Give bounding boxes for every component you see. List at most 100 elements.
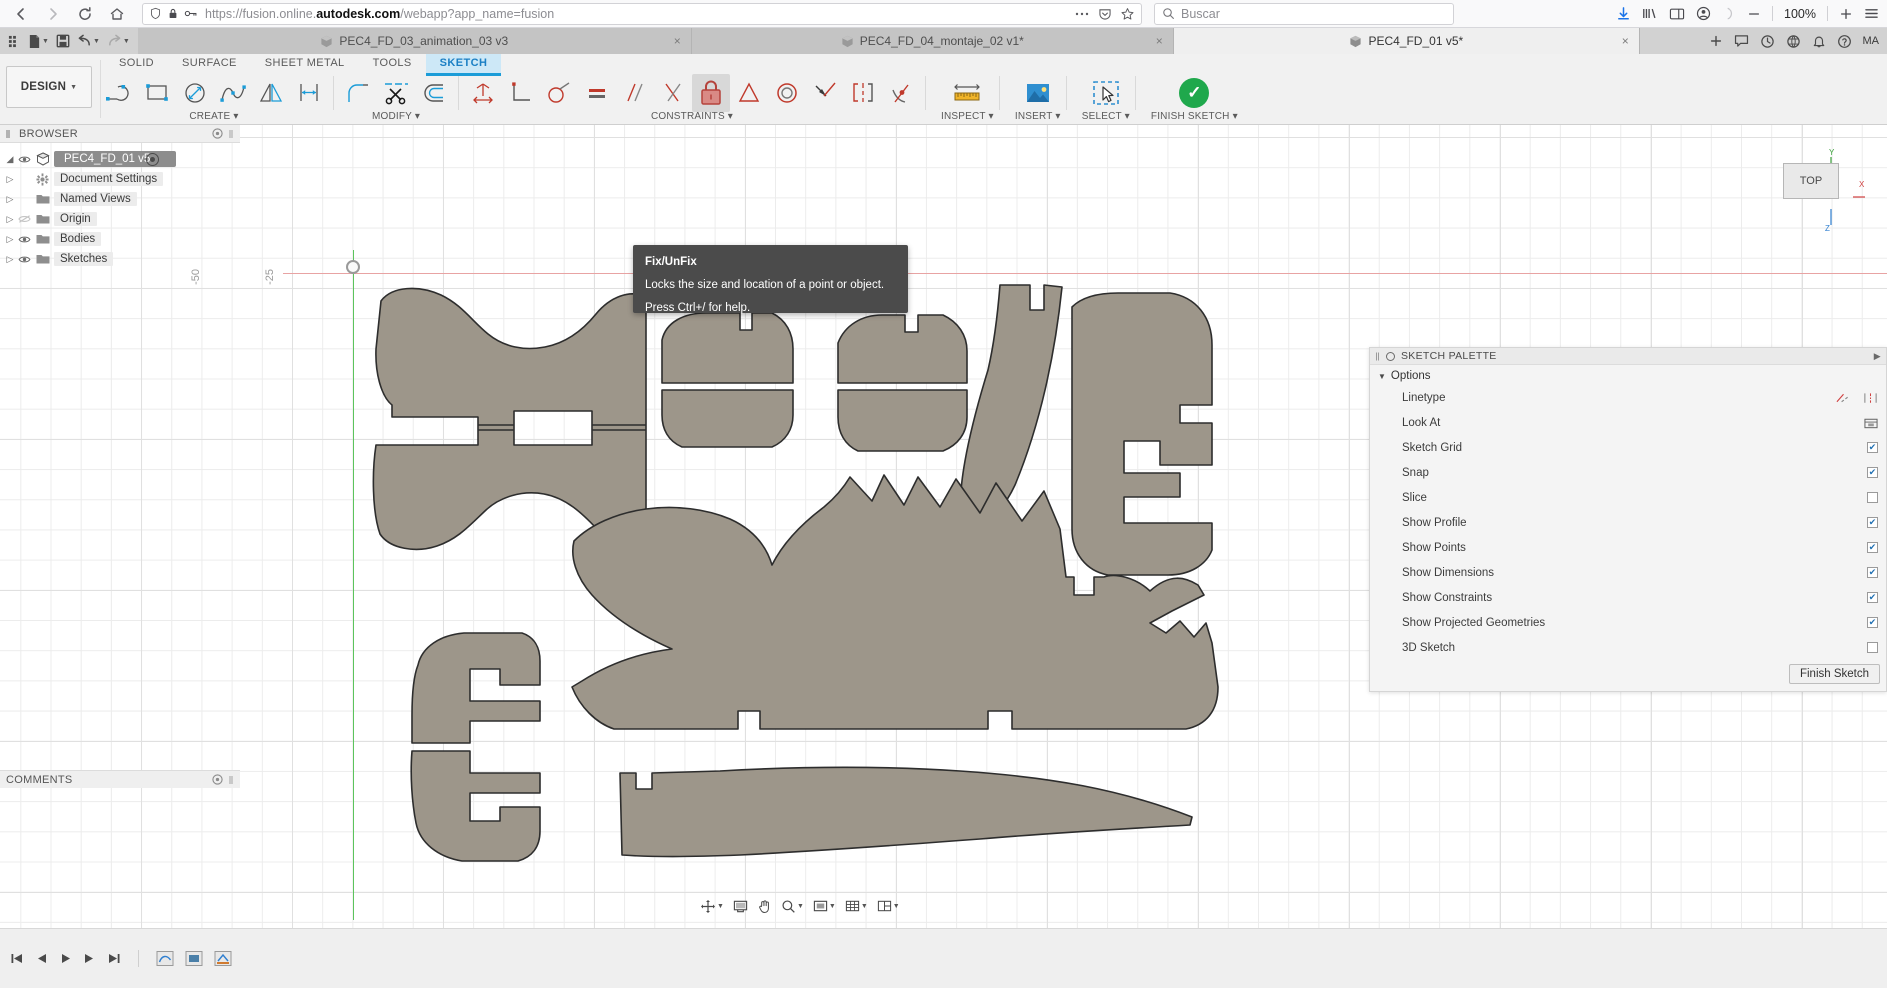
- document-tab-1[interactable]: PEC4_FD_03_animation_03 v3 ×: [138, 28, 692, 54]
- skip-to-start-icon[interactable]: [10, 952, 24, 965]
- workspace-switcher-design[interactable]: DESIGN ▼: [6, 66, 92, 108]
- insert-image-icon[interactable]: [1015, 74, 1061, 112]
- palette-grip-icon[interactable]: [1375, 352, 1380, 361]
- sketch-part-foot-a2[interactable]: [662, 390, 793, 447]
- padlock-icon[interactable]: [167, 7, 179, 20]
- chevron-down-icon[interactable]: ▼: [42, 38, 49, 45]
- url-bar[interactable]: https://fusion.online.autodesk.com/webap…: [142, 3, 1142, 25]
- canvas-area[interactable]: -50 -25: [0, 125, 1887, 928]
- palette-expand-arrow-icon[interactable]: ▶: [1874, 351, 1881, 362]
- close-icon[interactable]: ×: [674, 34, 681, 48]
- checkbox-show-points[interactable]: ✔: [1867, 542, 1878, 553]
- sketch-part-foot-b2[interactable]: [838, 390, 967, 451]
- forward-arrow-icon[interactable]: [38, 1, 68, 27]
- tab-tools[interactable]: TOOLS: [359, 54, 426, 73]
- expand-arrow-icon[interactable]: ▷: [2, 254, 18, 265]
- skip-to-end-icon[interactable]: [107, 952, 121, 965]
- back-arrow-icon[interactable]: [6, 1, 36, 27]
- star-bookmark-icon[interactable]: [1120, 7, 1135, 21]
- target-icon[interactable]: [146, 153, 159, 166]
- constraint-curvature-icon[interactable]: [882, 74, 920, 112]
- sketch-part-right-bracket[interactable]: [1072, 293, 1212, 575]
- chevron-down-icon[interactable]: ▼: [893, 903, 900, 910]
- comments-panel-header[interactable]: COMMENTS: [0, 770, 240, 788]
- view-cube[interactable]: Y Z X TOP: [1749, 145, 1869, 240]
- display-settings-icon[interactable]: [730, 898, 751, 914]
- sketch-part-horn-blade[interactable]: [961, 285, 1062, 523]
- step-back-icon[interactable]: [35, 952, 48, 965]
- checkbox-show-projected-geometries[interactable]: ✔: [1867, 617, 1878, 628]
- chevron-down-icon[interactable]: ▼: [797, 903, 804, 910]
- viewports-icon[interactable]: ▼: [874, 898, 903, 914]
- constraint-perpendicular-icon[interactable]: [502, 74, 540, 112]
- zoom-level-label[interactable]: 100%: [1784, 7, 1816, 21]
- eye-icon[interactable]: [18, 235, 36, 244]
- account-icon[interactable]: [1696, 6, 1711, 21]
- constraint-horizontal-vertical-icon[interactable]: [464, 74, 502, 112]
- constraint-symmetry-icon[interactable]: [844, 74, 882, 112]
- expand-arrow-icon[interactable]: ▷: [2, 174, 18, 185]
- checkbox-sketch-grid[interactable]: ✔: [1867, 442, 1878, 453]
- account-initials[interactable]: MA: [1863, 35, 1880, 47]
- zoom-out-button[interactable]: [1747, 7, 1761, 21]
- palette-row-linetype[interactable]: Linetype: [1370, 385, 1886, 410]
- measure-ruler-icon[interactable]: [944, 74, 990, 112]
- redo-icon[interactable]: ▼: [105, 34, 132, 48]
- palette-row-look-at[interactable]: Look At: [1370, 410, 1886, 435]
- chevron-down-icon[interactable]: ▼: [93, 38, 100, 45]
- constraint-concentric-icon[interactable]: [768, 74, 806, 112]
- zoom-icon[interactable]: ▼: [778, 898, 807, 915]
- constraint-equal-icon[interactable]: [578, 74, 616, 112]
- sketch-palette-titlebar[interactable]: SKETCH PALETTE ▶: [1370, 348, 1886, 365]
- ribbon-group-label-select[interactable]: SELECT ▾: [1082, 111, 1130, 122]
- reload-icon[interactable]: [70, 1, 100, 27]
- checkbox-slice[interactable]: [1867, 492, 1878, 503]
- ribbon-group-label-create[interactable]: CREATE ▾: [189, 111, 238, 122]
- help-recent-icon[interactable]: [1786, 34, 1801, 49]
- ribbon-group-label-inspect[interactable]: INSPECT ▾: [941, 111, 994, 122]
- tab-sheet-metal[interactable]: SHEET METAL: [251, 54, 359, 73]
- constraint-coincident-icon[interactable]: [806, 74, 844, 112]
- browser-search-bar[interactable]: Buscar: [1154, 3, 1454, 25]
- expand-arrow-icon[interactable]: ▷: [2, 214, 18, 225]
- sketch-part-foot-a1[interactable]: [662, 313, 793, 383]
- page-actions-icon[interactable]: [1074, 11, 1090, 17]
- ribbon-group-label-insert[interactable]: INSERT ▾: [1015, 111, 1061, 122]
- help-icon[interactable]: [1837, 34, 1852, 49]
- checkbox-show-dimensions[interactable]: ✔: [1867, 567, 1878, 578]
- browser-item-document-settings[interactable]: ▷ Document Settings: [2, 169, 240, 189]
- sync-icon[interactable]: [1722, 6, 1736, 21]
- palette-row-show-dimensions[interactable]: Show Dimensions ✔: [1370, 560, 1886, 585]
- eye-icon[interactable]: [18, 255, 36, 264]
- palette-row-show-points[interactable]: Show Points ✔: [1370, 535, 1886, 560]
- undo-icon[interactable]: ▼: [75, 34, 102, 48]
- eye-icon[interactable]: [18, 155, 36, 164]
- sketch-part-foot-b1[interactable]: [838, 315, 967, 383]
- browser-item-named-views[interactable]: ▷ Named Views: [2, 189, 240, 209]
- checkbox-3d-sketch[interactable]: [1867, 642, 1878, 653]
- linetype-centerline-icon[interactable]: [1863, 392, 1878, 404]
- constraint-fix-unfix-icon[interactable]: [692, 74, 730, 112]
- linetype-construction-icon[interactable]: [1836, 392, 1851, 404]
- select-cursor-icon[interactable]: [1083, 74, 1129, 112]
- pocket-icon[interactable]: [1098, 7, 1112, 21]
- add-tab-icon[interactable]: [1709, 34, 1723, 48]
- home-icon[interactable]: [102, 1, 132, 27]
- zoom-in-button[interactable]: [1839, 7, 1853, 21]
- palette-row-snap[interactable]: Snap ✔: [1370, 460, 1886, 485]
- sidebar-icon[interactable]: [1669, 7, 1685, 21]
- palette-row-show-constraints[interactable]: Show Constraints ✔: [1370, 585, 1886, 610]
- fit-icon[interactable]: ▼: [810, 898, 839, 914]
- chevron-down-icon[interactable]: ▼: [717, 903, 724, 910]
- permissions-key-icon[interactable]: [184, 7, 199, 20]
- browser-item-bodies[interactable]: ▷ Bodies: [2, 229, 240, 249]
- checkbox-show-profile[interactable]: ✔: [1867, 517, 1878, 528]
- sketch-part-tail-strip[interactable]: [620, 767, 1192, 856]
- checkbox-show-constraints[interactable]: ✔: [1867, 592, 1878, 603]
- finish-sketch-button[interactable]: Finish Sketch: [1789, 664, 1880, 684]
- tab-surface[interactable]: SURFACE: [168, 54, 251, 73]
- document-tab-2[interactable]: PEC4_FD_04_montaje_02 v1* ×: [692, 28, 1174, 54]
- sketch-fillet-icon[interactable]: [339, 74, 377, 112]
- browser-item-origin[interactable]: ▷ Origin: [2, 209, 240, 229]
- constraint-midpoint-icon[interactable]: [654, 74, 692, 112]
